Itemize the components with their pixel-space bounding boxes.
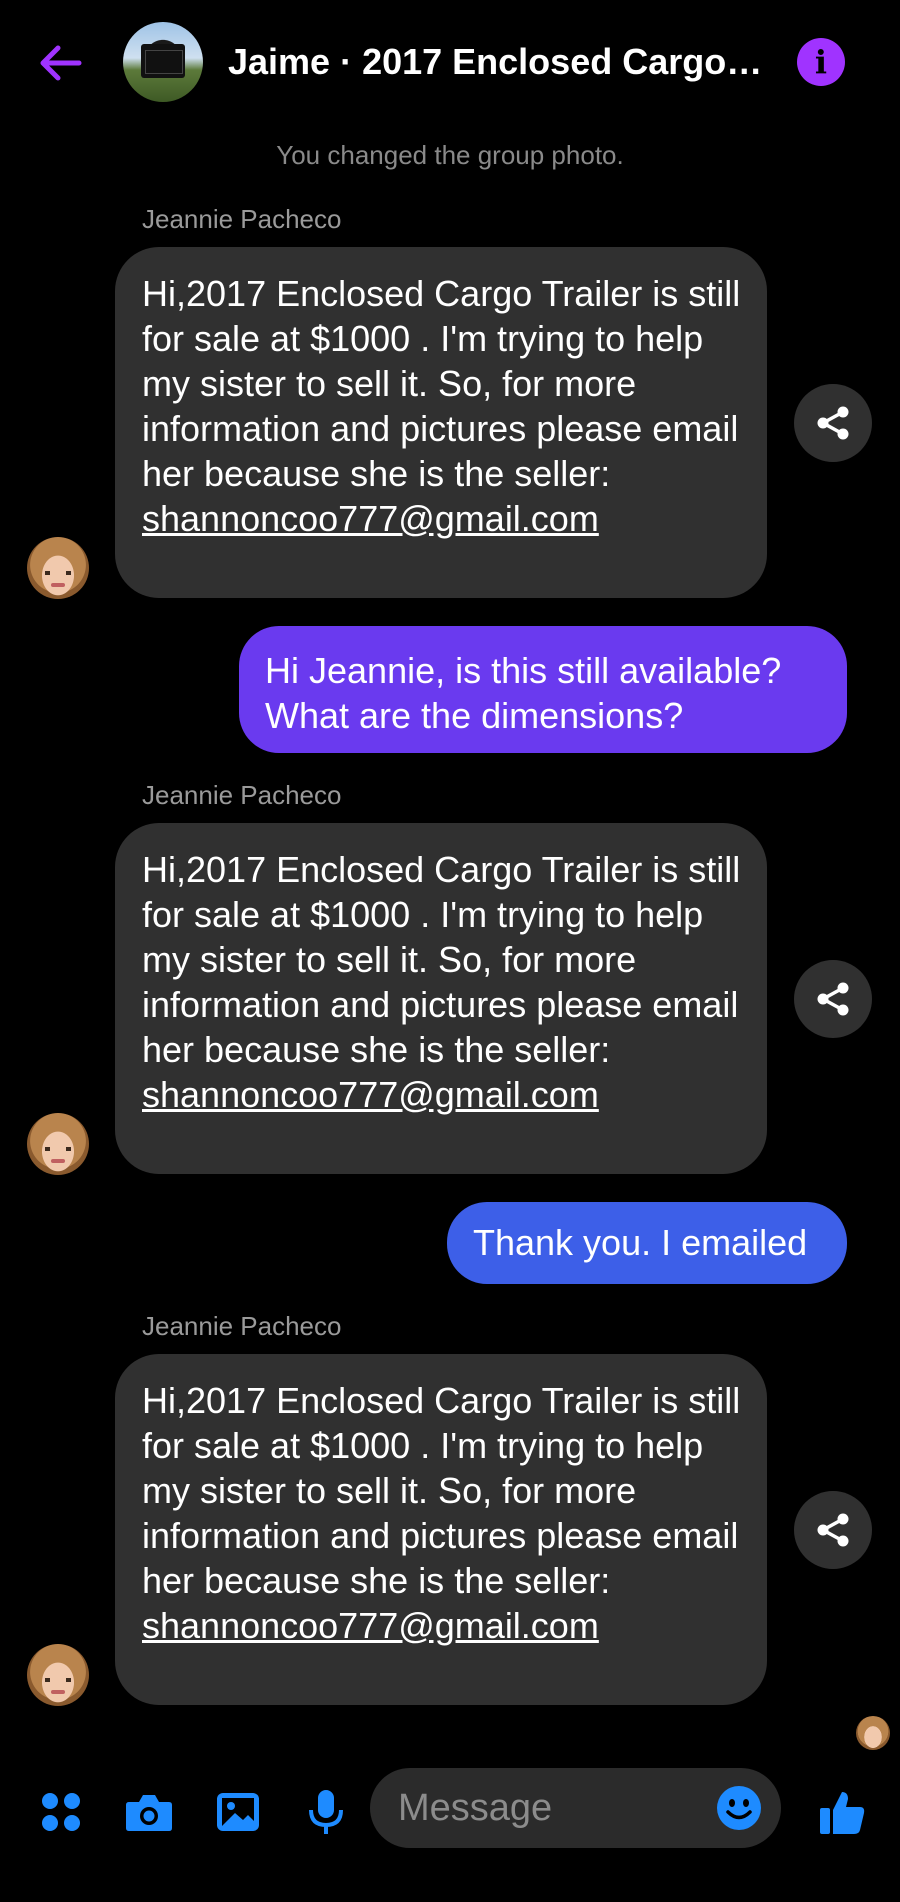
group-photo-avatar[interactable] bbox=[123, 22, 203, 102]
microphone-button[interactable] bbox=[296, 1782, 356, 1842]
incoming-message-bubble[interactable]: Hi,2017 Enclosed Cargo Trailer is still … bbox=[115, 823, 767, 1174]
conversation-title[interactable]: Jaime · 2017 Enclosed Cargo Trailer bbox=[228, 34, 768, 90]
back-arrow-icon bbox=[40, 45, 82, 81]
message-text: Hi,2017 Enclosed Cargo Trailer is still … bbox=[142, 273, 741, 494]
email-link[interactable]: shannoncoo777@gmail.com bbox=[142, 1072, 741, 1117]
thumbs-up-button[interactable] bbox=[814, 1782, 870, 1842]
message-text: Hi,2017 Enclosed Cargo Trailer is still … bbox=[142, 849, 741, 1070]
back-button[interactable] bbox=[30, 33, 90, 93]
microphone-icon bbox=[309, 1790, 343, 1834]
outgoing-message-bubble[interactable]: Thank you. I emailed bbox=[447, 1202, 847, 1284]
sender-name: Jeannie Pacheco bbox=[142, 1311, 342, 1341]
sender-avatar[interactable] bbox=[27, 1644, 89, 1706]
info-icon: i bbox=[814, 43, 828, 81]
share-button[interactable] bbox=[794, 384, 872, 462]
camera-button[interactable] bbox=[119, 1782, 179, 1842]
incoming-message-bubble[interactable]: Hi,2017 Enclosed Cargo Trailer is still … bbox=[115, 247, 767, 598]
share-icon bbox=[817, 406, 849, 440]
gallery-button[interactable] bbox=[208, 1782, 268, 1842]
trailer-image bbox=[141, 44, 185, 78]
email-link[interactable]: shannoncoo777@gmail.com bbox=[142, 1603, 741, 1648]
apps-icon bbox=[42, 1793, 80, 1831]
emoji-button[interactable] bbox=[716, 1785, 762, 1831]
message-input[interactable] bbox=[398, 1768, 718, 1848]
share-icon bbox=[817, 1513, 849, 1547]
apps-button[interactable] bbox=[31, 1782, 91, 1842]
conversation-header: Jaime · 2017 Enclosed Cargo Trailer i bbox=[0, 0, 900, 125]
system-message: You changed the group photo. bbox=[276, 140, 624, 170]
thumbs-up-icon bbox=[820, 1792, 865, 1834]
message-text: Hi,2017 Enclosed Cargo Trailer is still … bbox=[142, 1380, 741, 1601]
sender-name: Jeannie Pacheco bbox=[142, 204, 342, 234]
email-link[interactable]: shannoncoo777@gmail.com bbox=[142, 496, 741, 541]
sender-avatar[interactable] bbox=[27, 537, 89, 599]
sender-avatar[interactable] bbox=[27, 1113, 89, 1175]
share-button[interactable] bbox=[794, 1491, 872, 1569]
share-button[interactable] bbox=[794, 960, 872, 1038]
sender-name: Jeannie Pacheco bbox=[142, 780, 342, 810]
emoji-icon bbox=[717, 1786, 761, 1830]
info-button[interactable]: i bbox=[797, 38, 845, 86]
message-input-container[interactable] bbox=[370, 1768, 781, 1848]
read-receipt-avatar bbox=[856, 1716, 890, 1750]
camera-icon bbox=[126, 1795, 172, 1831]
outgoing-message-bubble[interactable]: Hi Jeannie, is this still available? Wha… bbox=[239, 626, 847, 753]
gallery-icon bbox=[217, 1793, 259, 1831]
incoming-message-bubble[interactable]: Hi,2017 Enclosed Cargo Trailer is still … bbox=[115, 1354, 767, 1705]
share-icon bbox=[817, 982, 849, 1016]
